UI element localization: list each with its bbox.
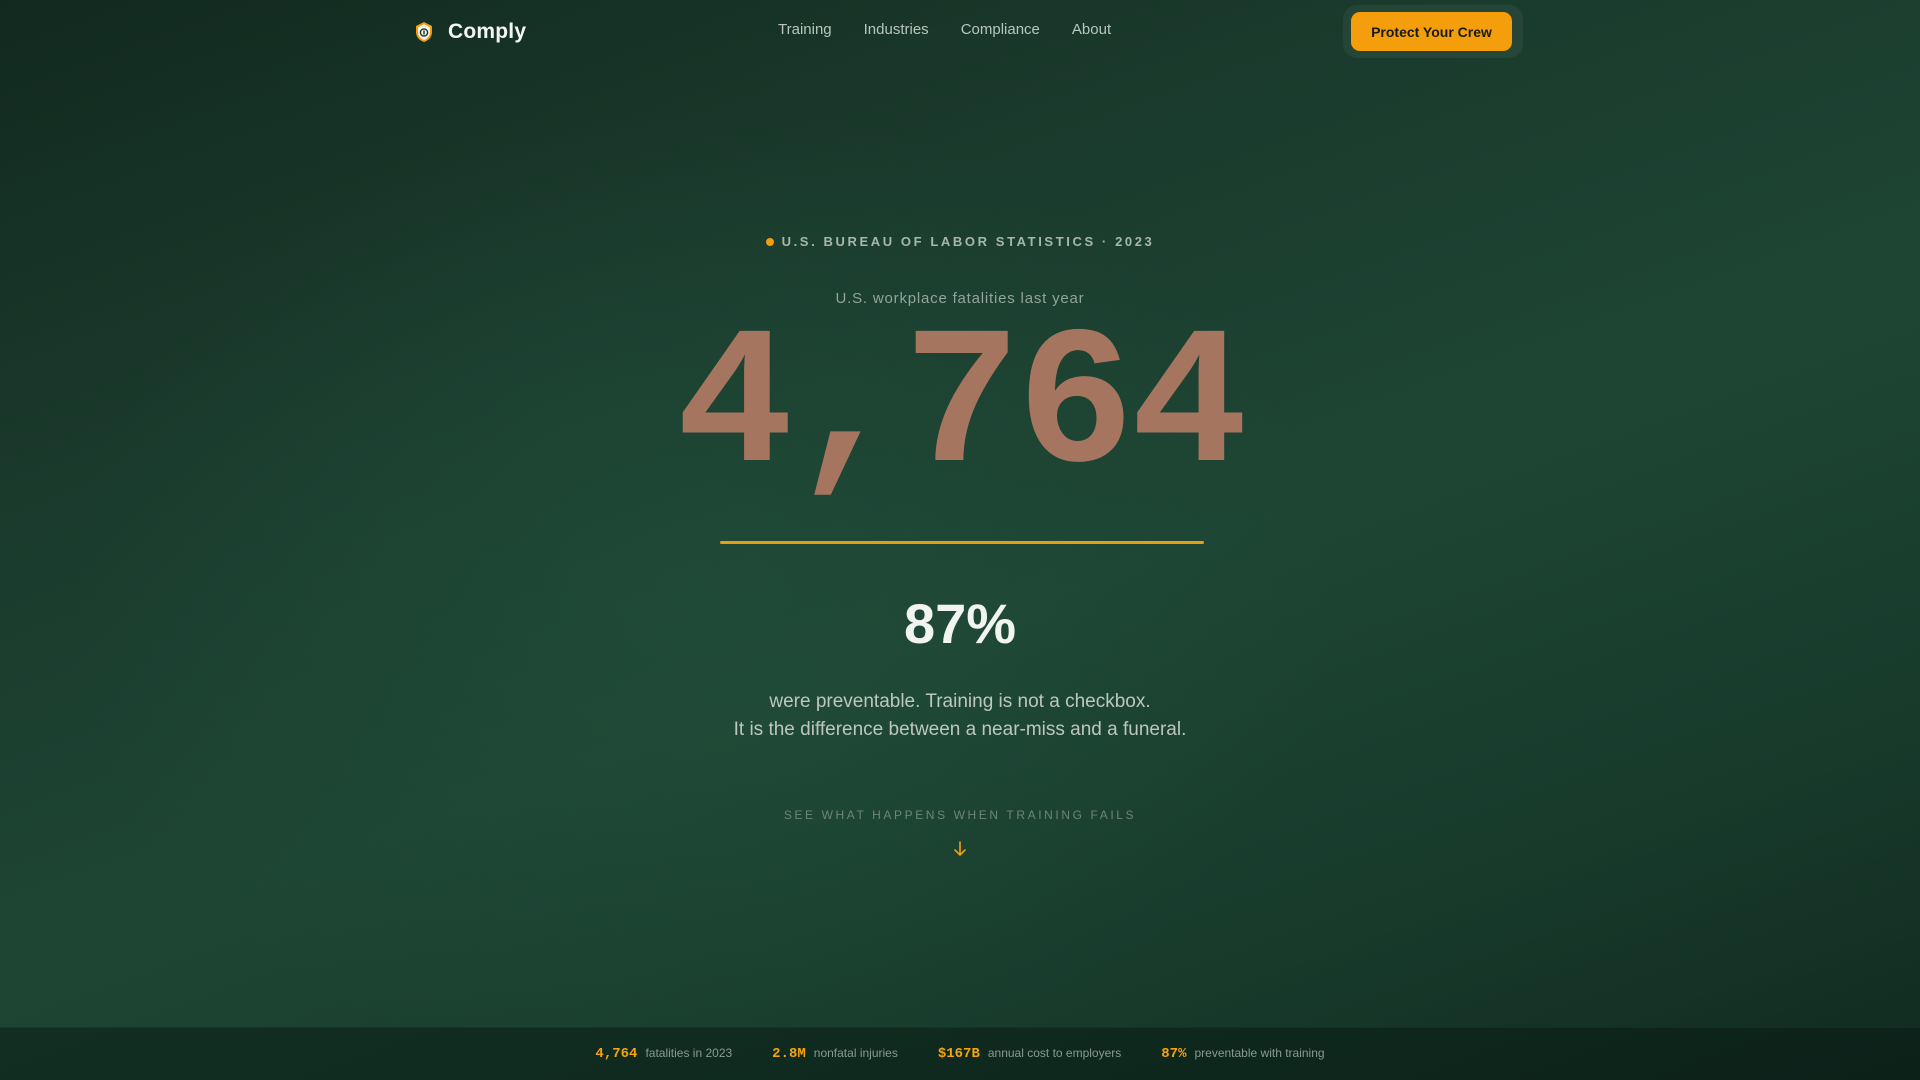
stat-label: annual cost to employers bbox=[987, 1046, 1122, 1060]
hero-body-line-2: It is the difference between a near-miss… bbox=[733, 719, 1187, 740]
stat-item: $167B annual cost to employers bbox=[938, 1046, 1121, 1062]
nav-link-industries[interactable]: Industries bbox=[864, 21, 929, 38]
stats-bar: 4,764 fatalities in 2023 2.8M nonfatal i… bbox=[0, 1027, 1920, 1080]
stat-value: $167B bbox=[937, 1046, 980, 1062]
stat-value: 2.8M bbox=[772, 1046, 806, 1062]
preventable-percent: 87% bbox=[903, 592, 1017, 655]
stat-value: 87% bbox=[1161, 1046, 1187, 1062]
cta-halo: Protect Your Crew bbox=[1343, 5, 1523, 58]
stat-item: 2.8M nonfatal injuries bbox=[772, 1046, 898, 1062]
nav-link-compliance[interactable]: Compliance bbox=[961, 21, 1040, 38]
stat-label: nonfatal injuries bbox=[813, 1046, 898, 1060]
protect-your-crew-button[interactable]: Protect Your Crew bbox=[1351, 12, 1512, 51]
stat-item: 4,764 fatalities in 2023 bbox=[595, 1046, 732, 1062]
hero-body-line-1: were preventable. Training is not a chec… bbox=[769, 691, 1151, 712]
arrow-down-icon[interactable] bbox=[952, 840, 968, 858]
top-nav: Comply Training Industries Compliance Ab… bbox=[0, 0, 1920, 64]
accent-divider bbox=[720, 541, 1204, 544]
source-eyebrow: U.S. BUREAU OF LABOR STATISTICS · 2023 bbox=[0, 234, 1920, 249]
nav-link-training[interactable]: Training bbox=[778, 21, 832, 38]
bullet-dot-icon bbox=[765, 237, 774, 246]
scroll-cue-label[interactable]: SEE WHAT HAPPENS WHEN TRAINING FAILS bbox=[0, 808, 1920, 822]
nav-links: Training Industries Compliance About bbox=[778, 21, 1111, 38]
brand-name: Comply bbox=[448, 20, 527, 43]
fatality-count: 4,764 bbox=[675, 297, 1248, 519]
stat-value: 4,764 bbox=[595, 1046, 638, 1062]
stat-label: fatalities in 2023 bbox=[645, 1046, 733, 1060]
stat-label: preventable with training bbox=[1194, 1046, 1325, 1060]
shield-icon bbox=[416, 22, 432, 42]
hero-body: were preventable. Training is not a chec… bbox=[0, 688, 1920, 744]
brand[interactable]: Comply bbox=[412, 14, 526, 50]
nav-link-about[interactable]: About bbox=[1072, 21, 1111, 38]
eyebrow-text: U.S. BUREAU OF LABOR STATISTICS · 2023 bbox=[781, 234, 1155, 249]
stat-item: 87% preventable with training bbox=[1161, 1046, 1324, 1062]
